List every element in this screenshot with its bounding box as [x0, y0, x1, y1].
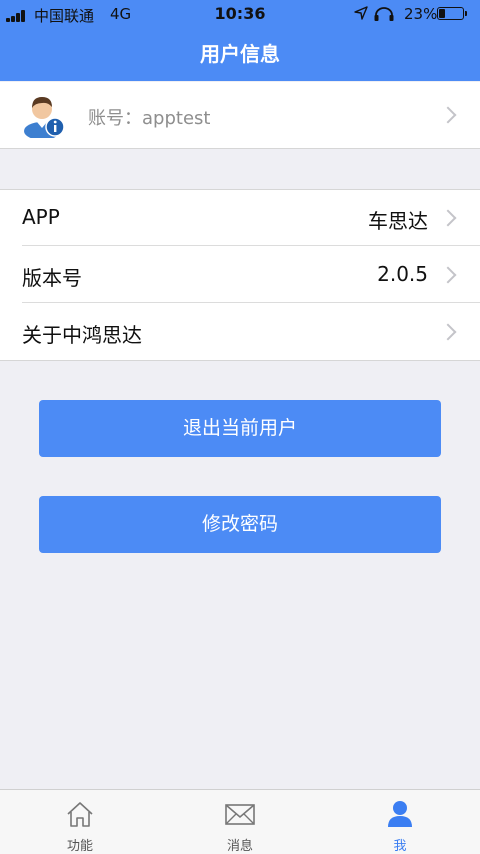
chevron-right-icon [439, 323, 457, 341]
tab-messages[interactable]: 消息 [160, 790, 320, 854]
chevron-right-icon [439, 266, 457, 284]
list-item-version[interactable]: 版本号 2.0.5 [0, 247, 480, 303]
tab-functions[interactable]: 功能 [0, 790, 160, 854]
tab-label: 我 [393, 839, 407, 854]
divider [22, 302, 480, 303]
list-item-value: 车思达 [368, 209, 428, 233]
user-avatar-icon [24, 97, 65, 138]
list-item-label: APP [22, 205, 60, 229]
person-icon [388, 801, 412, 827]
tab-label: 功能 [66, 839, 93, 854]
list-item-about[interactable]: 关于中鸿思达 [0, 304, 480, 360]
list-item-app[interactable]: APP 车思达 [0, 190, 480, 246]
list-item-label: 关于中鸿思达 [22, 323, 142, 347]
chevron-right-icon [439, 209, 457, 227]
logout-button[interactable]: 退出当前用户 [39, 400, 441, 457]
info-list: APP 车思达 版本号 2.0.5 关于中鸿思达 [0, 189, 480, 361]
list-item-label: 版本号 [22, 266, 82, 290]
status-bar: 中国联通 4G 10:36 23% [0, 0, 480, 28]
battery-percent: 23% [404, 5, 438, 23]
account-label: 账号：apptest [88, 108, 211, 129]
change-password-button[interactable]: 修改密码 [39, 496, 441, 553]
tab-label: 消息 [226, 839, 253, 854]
envelope-icon [225, 804, 255, 825]
list-item-value: 2.0.5 [377, 262, 428, 286]
headphones-icon [374, 7, 394, 21]
battery-icon [437, 7, 468, 20]
tab-bar: 功能 消息 我 [0, 789, 480, 854]
chevron-right-icon [439, 106, 457, 124]
tab-me[interactable]: 我 [320, 790, 480, 854]
location-arrow-icon [354, 6, 368, 20]
account-row[interactable]: 账号：apptest [0, 82, 480, 149]
divider [22, 245, 480, 246]
home-icon [67, 802, 93, 827]
page-title: 用户信息 [200, 42, 280, 66]
app-header: 中国联通 4G 10:36 23% 用户信息 [0, 0, 480, 81]
